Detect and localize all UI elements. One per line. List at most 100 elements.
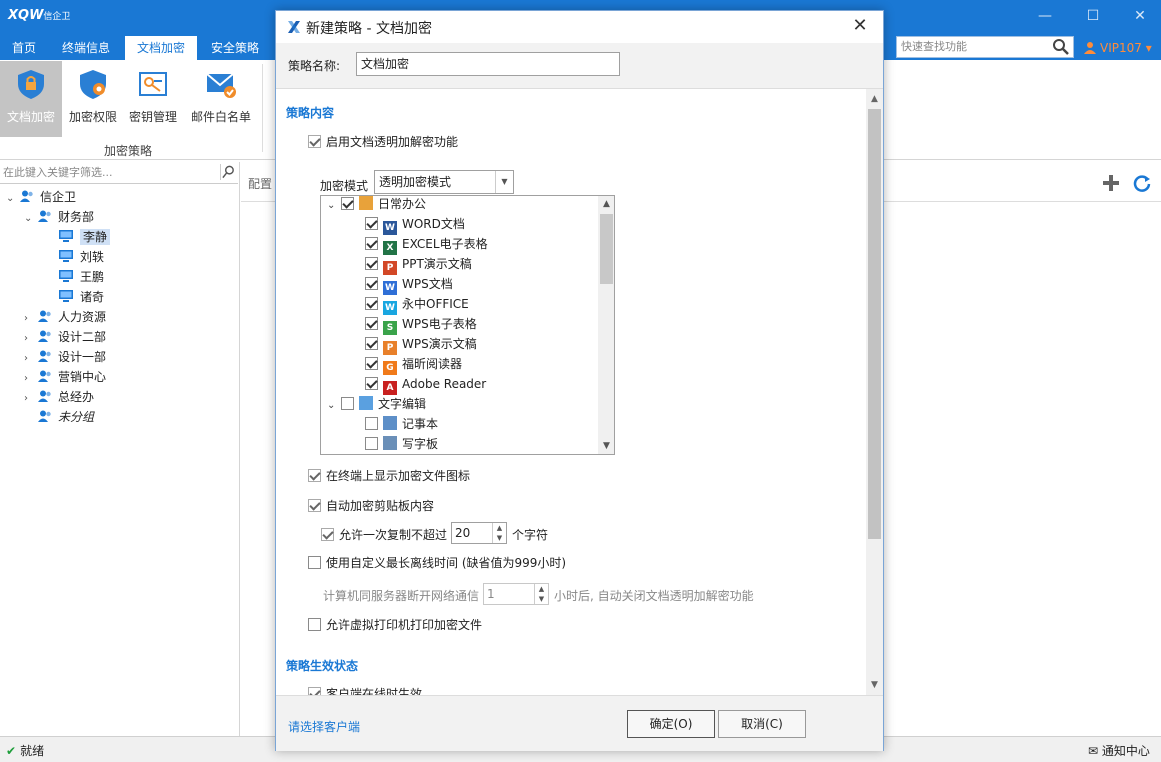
virtual-print-checkbox[interactable]: 允许虚拟打印机打印加密文件 <box>308 618 482 632</box>
org-tree-item[interactable]: 诸奇 <box>58 287 104 307</box>
policy-name-input[interactable]: 文档加密 <box>356 52 620 76</box>
org-tree-item[interactable]: ⌄ 信企卫 <box>6 187 76 207</box>
app-tree-item[interactable]: W WORD文档 <box>365 214 465 235</box>
close-window-button[interactable]: ✕ <box>1128 8 1152 24</box>
offline-time-checkbox[interactable]: 使用自定义最长离线时间 (缺省值为999小时) <box>308 556 566 570</box>
org-tree-item[interactable]: ⌄ 财务部 <box>24 207 94 227</box>
app-tree-item[interactable]: X EXCEL电子表格 <box>365 234 488 255</box>
checkbox[interactable] <box>365 277 378 290</box>
maximize-button[interactable]: ☐ <box>1081 8 1105 24</box>
copy-limit-checkbox[interactable]: 允许一次复制不超过 <box>321 528 447 542</box>
tree-filter-input[interactable]: 在此键入关键字筛选... <box>0 162 238 184</box>
checkbox[interactable] <box>365 377 378 390</box>
menu-home[interactable]: 首页 <box>0 36 48 60</box>
app-tree-item[interactable]: ⌄ 文字编辑 <box>327 394 426 414</box>
chevron-down-icon[interactable]: ⌄ <box>327 396 341 416</box>
org-tree-item[interactable]: 王鹏 <box>58 267 104 287</box>
disconnect-hours-spinner[interactable]: 1 ▲ ▼ <box>483 583 549 605</box>
checkbox[interactable] <box>308 618 321 631</box>
scroll-down-icon[interactable]: ▼ <box>866 677 883 693</box>
org-tree-item[interactable]: › 设计二部 <box>24 327 106 347</box>
notification-center-button[interactable]: ✉ 通知中心 <box>1088 742 1150 759</box>
scroll-up-icon[interactable]: ▲ <box>598 196 614 212</box>
app-tree-label: WPS电子表格 <box>402 317 477 331</box>
scroll-thumb[interactable] <box>600 214 613 284</box>
enable-transparent-checkbox[interactable]: 启用文档透明加解密功能 <box>308 135 458 149</box>
chevron-right-icon[interactable]: › <box>24 369 38 389</box>
org-tree-item[interactable]: › 总经办 <box>24 387 94 407</box>
checkbox[interactable] <box>365 257 378 270</box>
checkbox[interactable] <box>308 135 321 148</box>
checkbox[interactable] <box>365 437 378 450</box>
scroll-down-icon[interactable]: ▼ <box>598 438 614 454</box>
org-tree-item[interactable]: › 人力资源 <box>24 307 106 327</box>
app-tree-item[interactable]: P WPS演示文稿 <box>365 334 477 355</box>
chevron-right-icon[interactable]: › <box>24 349 38 369</box>
app-tree-scrollbar[interactable]: ▲ ▼ <box>598 196 614 454</box>
ok-button[interactable]: 确定(O) <box>627 710 715 738</box>
app-tree-item[interactable]: 记事本 <box>365 414 438 434</box>
chevron-down-icon[interactable]: ⌄ <box>6 189 20 209</box>
org-tree-item[interactable]: › 营销中心 <box>24 367 106 387</box>
auto-clipboard-checkbox[interactable]: 自动加密剪贴板内容 <box>308 499 434 513</box>
search-icon[interactable] <box>1052 38 1070 56</box>
checkbox[interactable] <box>365 217 378 230</box>
checkbox[interactable] <box>321 528 334 541</box>
ribbon-key-manage-button[interactable]: 密钥管理 <box>122 61 184 137</box>
minimize-button[interactable]: — <box>1033 8 1057 24</box>
app-tree-item[interactable]: W 永中OFFICE <box>365 294 469 315</box>
org-tree-item[interactable]: 李静 <box>58 227 111 247</box>
quick-search-input[interactable]: 快速查找功能 <box>896 36 1074 58</box>
scroll-thumb[interactable] <box>868 109 881 539</box>
checkbox[interactable] <box>341 197 354 210</box>
app-tree-item[interactable]: ⌄ 日常办公 <box>327 196 426 216</box>
search-icon[interactable] <box>220 164 236 180</box>
chevron-right-icon[interactable]: › <box>24 309 38 329</box>
ribbon-encrypt-permission-button[interactable]: 加密权限 <box>62 61 124 137</box>
app-tree-item[interactable]: S WPS电子表格 <box>365 314 477 335</box>
org-tree-item[interactable]: 未分组 <box>24 407 94 427</box>
org-tree-item[interactable]: › 设计一部 <box>24 347 106 367</box>
checkbox[interactable] <box>308 499 321 512</box>
vip-account[interactable]: VIP107 ▾ <box>1084 36 1152 60</box>
app-tree-item[interactable]: 写字板 <box>365 434 438 454</box>
checkbox[interactable] <box>365 357 378 370</box>
org-tree-item[interactable]: 刘轶 <box>58 247 104 267</box>
checkbox[interactable] <box>308 687 321 695</box>
copy-limit-spinner[interactable]: 20 ▲ ▼ <box>451 522 507 544</box>
checkbox[interactable] <box>308 556 321 569</box>
checkbox[interactable] <box>365 317 378 330</box>
ribbon-mail-whitelist-button[interactable]: 邮件白名单 <box>188 61 254 137</box>
app-tree-item[interactable]: A Adobe Reader <box>365 374 487 395</box>
checkbox[interactable] <box>365 297 378 310</box>
chevron-right-icon[interactable]: › <box>24 329 38 349</box>
ribbon-doc-encrypt-button[interactable]: 文档加密 <box>0 61 62 137</box>
online-effective-checkbox[interactable]: 客户端在线时生效 <box>308 687 422 695</box>
chevron-right-icon[interactable]: › <box>24 389 38 409</box>
select-client-link[interactable]: 请选择客户端 <box>288 718 360 735</box>
cancel-button[interactable]: 取消(C) <box>718 710 806 738</box>
checkbox[interactable] <box>341 397 354 410</box>
app-tree-item[interactable]: W WPS文档 <box>365 274 453 295</box>
app-tree-label: Adobe Reader <box>402 377 487 391</box>
encrypt-mode-select[interactable]: 透明加密模式 ▼ <box>374 170 514 194</box>
chevron-down-icon[interactable]: ⌄ <box>327 196 341 216</box>
app-tree-item[interactable]: P PPT演示文稿 <box>365 254 472 275</box>
checkbox[interactable] <box>365 237 378 250</box>
menu-doc-encrypt[interactable]: 文档加密 <box>125 36 198 60</box>
checkbox[interactable] <box>365 417 378 430</box>
checkbox[interactable] <box>365 337 378 350</box>
scroll-up-icon[interactable]: ▲ <box>866 91 883 107</box>
app-tree-item[interactable]: G 福昕阅读器 <box>365 354 462 375</box>
add-icon[interactable] <box>1102 174 1120 192</box>
menu-terminal-info[interactable]: 终端信息 <box>50 36 122 60</box>
dialog-scrollbar[interactable]: ▲ ▼ <box>866 89 883 695</box>
show-icon-checkbox[interactable]: 在终端上显示加密文件图标 <box>308 469 470 483</box>
dialog-close-button[interactable]: ✕ <box>850 15 870 36</box>
checkbox[interactable] <box>308 469 321 482</box>
refresh-icon[interactable] <box>1133 174 1151 192</box>
menu-security-policy[interactable]: 安全策略 <box>199 36 271 60</box>
spinner-arrows-icon[interactable]: ▲ ▼ <box>534 584 548 604</box>
spinner-arrows-icon[interactable]: ▲ ▼ <box>492 523 506 543</box>
chevron-down-icon[interactable]: ⌄ <box>24 209 38 229</box>
